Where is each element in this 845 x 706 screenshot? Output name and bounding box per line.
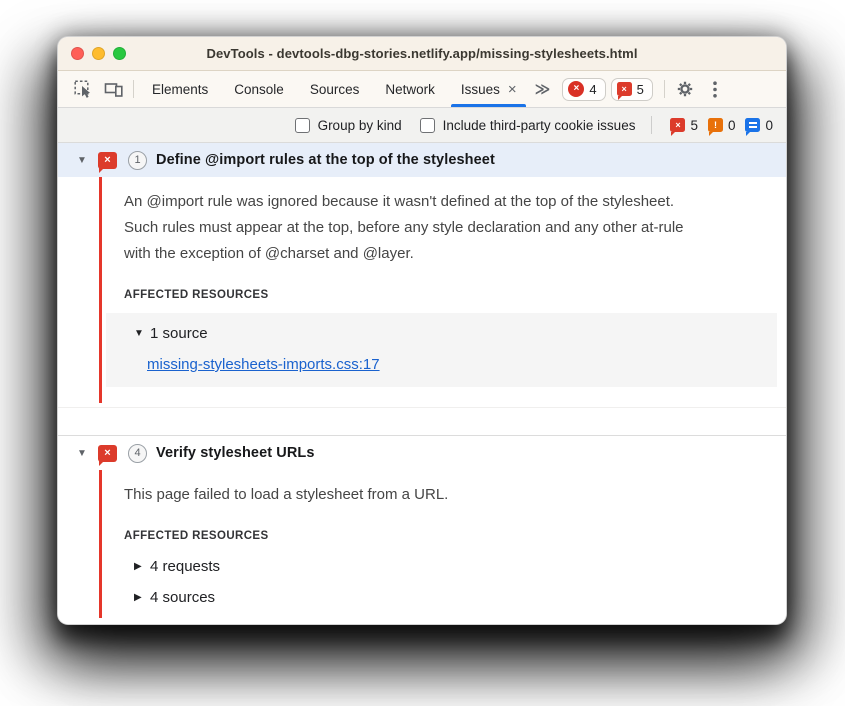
close-window-button[interactable] bbox=[71, 47, 84, 60]
expand-triangle-icon[interactable]: ▼ bbox=[77, 155, 89, 166]
toolbar-separator bbox=[133, 80, 134, 98]
severity-line bbox=[99, 470, 102, 618]
third-party-cookie-checkbox[interactable]: Include third-party cookie issues bbox=[419, 117, 635, 133]
issue-header[interactable]: ▼ × 4 Verify stylesheet URLs bbox=[58, 436, 786, 470]
minimize-window-button[interactable] bbox=[92, 47, 105, 60]
tab-elements[interactable]: Elements bbox=[139, 71, 221, 107]
status-counters: × 4 × 5 bbox=[562, 71, 653, 107]
group-by-kind-checkbox[interactable]: Group by kind bbox=[294, 117, 402, 133]
expand-triangle-icon[interactable]: ▼ bbox=[134, 328, 145, 339]
three-dots-menu-icon bbox=[713, 80, 717, 98]
collapsed-triangle-icon[interactable]: ▶ bbox=[134, 592, 145, 603]
page-error-indicator: × 5 bbox=[670, 118, 698, 136]
screenshot-stage: DevTools - devtools-dbg-stories.netlify.… bbox=[0, 0, 845, 706]
affected-resources-box: ▼ 1 source missing-stylesheets-imports.c… bbox=[106, 313, 777, 387]
issue-body: An @import rule was ignored because it w… bbox=[58, 177, 786, 407]
issue-item-import-rules: ▼ × 1 Define @import rules at the top of… bbox=[58, 143, 786, 408]
issue-count-badge: 4 bbox=[128, 443, 147, 463]
gear-icon bbox=[677, 81, 693, 97]
filterbar-separator bbox=[651, 116, 653, 134]
info-icon bbox=[745, 118, 761, 136]
main-menu-button[interactable] bbox=[700, 71, 730, 107]
device-toolbar-button[interactable] bbox=[98, 71, 128, 107]
requests-group-toggle[interactable]: ▶ 4 requests bbox=[134, 558, 756, 575]
tab-sources[interactable]: Sources bbox=[297, 71, 373, 107]
issue-count-badge: 1 bbox=[128, 150, 147, 170]
device-toolbar-icon bbox=[104, 83, 123, 97]
issue-body: This page failed to load a stylesheet fr… bbox=[58, 470, 786, 624]
warning-indicator: ! 0 bbox=[707, 118, 735, 136]
issues-filterbar: Group by kind Include third-party cookie… bbox=[58, 108, 786, 143]
toolbar-separator bbox=[663, 80, 665, 98]
issue-bubble-icon: × bbox=[616, 82, 632, 100]
issue-kind-error-icon: × bbox=[98, 151, 117, 173]
settings-button[interactable] bbox=[670, 71, 700, 107]
warning-icon: ! bbox=[707, 118, 723, 136]
expand-triangle-icon[interactable]: ▼ bbox=[77, 448, 89, 459]
checkbox-icon[interactable] bbox=[294, 117, 310, 133]
error-count: 4 bbox=[589, 81, 597, 97]
issue-item-verify-stylesheets: ▼ × 4 Verify stylesheet URLs This page f… bbox=[58, 435, 786, 624]
issue-title: Verify stylesheet URLs bbox=[156, 445, 315, 461]
sources-group-toggle[interactable]: ▶ 4 sources bbox=[134, 589, 756, 606]
inspect-icon bbox=[74, 80, 91, 98]
severity-line bbox=[99, 177, 102, 403]
devtools-tabbar: Elements Console Sources Network Issues … bbox=[58, 71, 786, 108]
info-indicator: 0 bbox=[745, 118, 773, 136]
tab-console[interactable]: Console bbox=[221, 71, 297, 107]
issue-description: An @import rule was ignored because it w… bbox=[124, 193, 684, 262]
console-error-counter[interactable]: × 4 bbox=[562, 77, 606, 101]
issue-description: This page failed to load a stylesheet fr… bbox=[124, 486, 449, 503]
error-circle-icon: × bbox=[568, 81, 585, 97]
window-titlebar: DevTools - devtools-dbg-stories.netlify.… bbox=[58, 37, 786, 71]
collapsed-triangle-icon[interactable]: ▶ bbox=[134, 561, 145, 572]
checkbox-icon[interactable] bbox=[419, 117, 435, 133]
issues-counter[interactable]: × 5 bbox=[610, 77, 653, 101]
devtools-window: DevTools - devtools-dbg-stories.netlify.… bbox=[57, 36, 787, 625]
affected-resources-label: AFFECTED RESOURCES bbox=[124, 289, 269, 301]
traffic-lights bbox=[71, 37, 126, 70]
tab-issues[interactable]: Issues × bbox=[448, 71, 529, 107]
affected-resources-list: ▶ 4 requests ▶ 4 sources bbox=[124, 558, 756, 606]
window-title: DevTools - devtools-dbg-stories.netlify.… bbox=[206, 46, 638, 61]
source-link[interactable]: missing-stylesheets-imports.css:17 bbox=[147, 356, 380, 373]
zoom-window-button[interactable] bbox=[113, 47, 126, 60]
inspect-element-button[interactable] bbox=[68, 71, 98, 107]
more-tabs-icon[interactable]: ≫ bbox=[529, 71, 557, 107]
issue-kind-error-icon: × bbox=[98, 444, 117, 466]
issue-count: 5 bbox=[636, 81, 644, 97]
close-issues-tab-icon[interactable]: × bbox=[500, 82, 523, 97]
issue-title: Define @import rules at the top of the s… bbox=[156, 152, 495, 168]
tab-network[interactable]: Network bbox=[372, 71, 448, 107]
page-error-icon: × bbox=[670, 118, 686, 136]
source-group-toggle[interactable]: ▼ 1 source bbox=[134, 325, 777, 342]
issue-header[interactable]: ▼ × 1 Define @import rules at the top of… bbox=[58, 143, 786, 177]
issues-panel: ▼ × 1 Define @import rules at the top of… bbox=[58, 143, 786, 624]
affected-resources-label: AFFECTED RESOURCES bbox=[124, 530, 269, 542]
